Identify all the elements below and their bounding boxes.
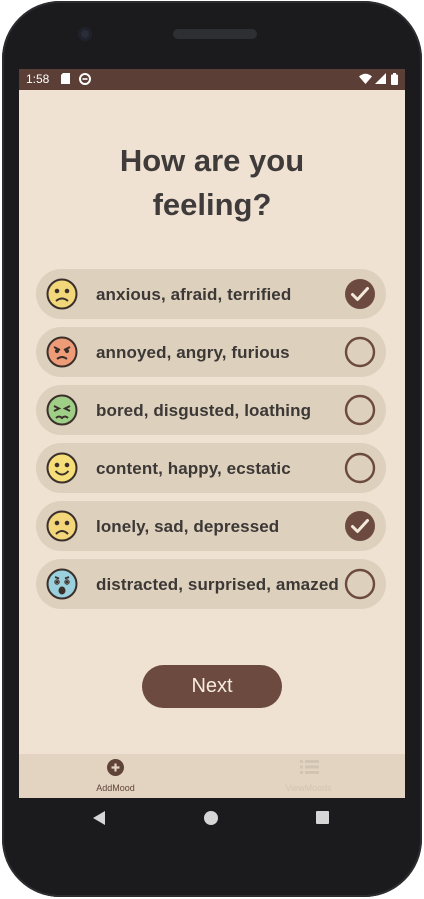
mood-label: annoyed, angry, furious: [96, 343, 290, 362]
mood-option[interactable]: annoyed, angry, furious: [36, 327, 386, 377]
nav-view-moods[interactable]: ViewMoods: [212, 754, 405, 798]
mood-label: bored, disgusted, loathing: [96, 401, 312, 420]
nav-add-mood-label: AddMood: [96, 783, 135, 793]
wifi-icon: [359, 73, 372, 84]
sync-icon: [79, 73, 91, 85]
mood-list: anxious, afraid, terrified annoyed, angry…: [36, 269, 386, 617]
checked-circle-icon[interactable]: [344, 510, 376, 542]
mood-label: anxious, afraid, terrified: [96, 285, 292, 304]
signal-icon: [375, 73, 386, 84]
nav-view-moods-label: ViewMoods: [285, 783, 332, 793]
page-title: How are you feeling?: [119, 143, 305, 222]
mood-option[interactable]: lonely, sad, depressed: [36, 501, 386, 551]
mood-option[interactable]: anxious, afraid, terrified: [36, 269, 386, 319]
checked-circle-icon[interactable]: [344, 278, 376, 310]
sd-card-icon: [61, 73, 70, 84]
system-nav-bar: [19, 798, 405, 840]
nav-add-mood[interactable]: AddMood: [19, 754, 212, 798]
next-button[interactable]: Next: [142, 665, 282, 708]
speaker-grille: [173, 29, 257, 39]
sad-face-icon: [46, 510, 78, 542]
mood-label: content, happy, ecstatic: [96, 459, 291, 478]
anxious-face-icon: [46, 278, 78, 310]
list-icon: [300, 760, 319, 774]
happy-face-icon: [46, 452, 78, 484]
app-screen: 1:58 How are you feeling? anxious, afrai…: [19, 69, 405, 798]
mood-option[interactable]: distracted, surprised, amazed: [36, 559, 386, 609]
unchecked-circle-icon[interactable]: [344, 452, 376, 484]
surprised-face-icon: [46, 568, 78, 600]
mood-label: distracted, surprised, amazed: [96, 575, 339, 594]
back-icon[interactable]: [93, 811, 105, 825]
home-icon[interactable]: [204, 811, 218, 825]
mood-label: lonely, sad, depressed: [96, 517, 280, 536]
add-circle-icon: [107, 759, 124, 776]
mood-option[interactable]: bored, disgusted, loathing: [36, 385, 386, 435]
angry-face-icon: [46, 336, 78, 368]
recent-apps-icon[interactable]: [316, 811, 329, 824]
disgusted-face-icon: [46, 394, 78, 426]
camera-icon: [78, 27, 92, 41]
bottom-nav: AddMood ViewMoods: [19, 754, 405, 798]
unchecked-circle-icon[interactable]: [344, 336, 376, 368]
status-time: 1:58: [26, 72, 50, 86]
unchecked-circle-icon[interactable]: [344, 568, 376, 600]
unchecked-circle-icon[interactable]: [344, 394, 376, 426]
status-bar: 1:58: [19, 69, 405, 90]
mood-option[interactable]: content, happy, ecstatic: [36, 443, 386, 493]
battery-icon: [391, 73, 398, 85]
